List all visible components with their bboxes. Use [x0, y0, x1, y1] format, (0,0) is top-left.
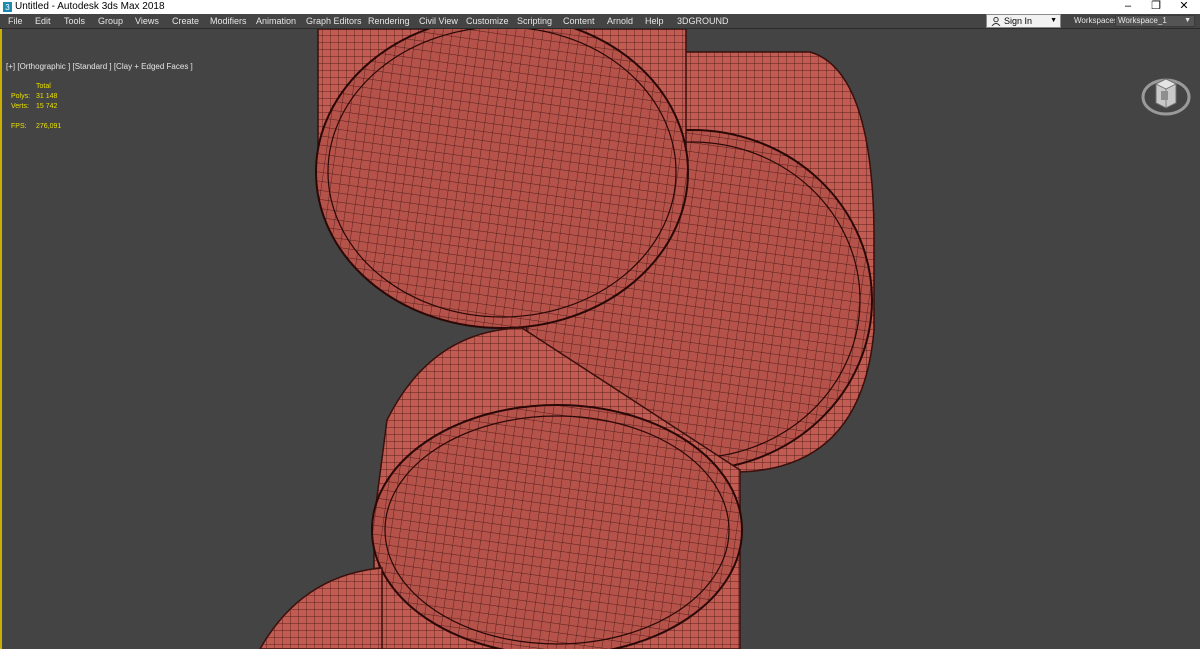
menu-item-content[interactable]: Content: [563, 14, 595, 28]
viewport-label[interactable]: [+] [Orthographic ] [Standard ] [Clay + …: [6, 62, 193, 71]
menu-item-edit[interactable]: Edit: [35, 14, 51, 28]
menu-item-create[interactable]: Create: [172, 14, 199, 28]
fps-label: FPS:: [11, 123, 27, 130]
menu-item-tools[interactable]: Tools: [64, 14, 85, 28]
close-button[interactable]: ✕: [1170, 0, 1198, 14]
minimize-button[interactable]: –: [1114, 0, 1142, 14]
menu-item-customize[interactable]: Customize: [466, 14, 509, 28]
menu-item-rendering[interactable]: Rendering: [368, 14, 410, 28]
3ds-max-window: 3 Untitled - Autodesk 3ds Max 2018 – ❐ ✕…: [0, 0, 1200, 649]
perspective-viewport[interactable]: [+] [Orthographic ] [Standard ] [Clay + …: [0, 29, 1200, 649]
verts-value: 15 742: [36, 103, 58, 110]
workspace-select[interactable]: Workspace_1 ▼: [1115, 15, 1195, 27]
menu-item-modifiers[interactable]: Modifiers: [210, 14, 247, 28]
sign-in-dropdown[interactable]: Sign In ▼: [986, 14, 1061, 28]
menu-item-scripting[interactable]: Scripting: [517, 14, 552, 28]
stats-header: Total: [36, 83, 51, 90]
menu-item-3dground[interactable]: 3DGROUND: [677, 14, 729, 28]
menu-item-file[interactable]: File: [8, 14, 23, 28]
viewcube-icon[interactable]: [1140, 73, 1192, 119]
restore-button[interactable]: ❐: [1142, 0, 1170, 14]
menu-item-graph-editors[interactable]: Graph Editors: [306, 14, 362, 28]
app-logo-icon: 3: [3, 2, 12, 12]
fps-value: 276,091: [36, 123, 62, 130]
menu-item-civil-view[interactable]: Civil View: [419, 14, 458, 28]
cylinder-mesh-top: [315, 29, 689, 329]
menu-item-help[interactable]: Help: [645, 14, 664, 28]
window-title: Untitled - Autodesk 3ds Max 2018: [15, 1, 165, 12]
menu-item-arnold[interactable]: Arnold: [607, 14, 633, 28]
menu-item-views[interactable]: Views: [135, 14, 159, 28]
polys-value: 31 148: [36, 93, 58, 100]
menu-item-group[interactable]: Group: [98, 14, 123, 28]
menu-item-animation[interactable]: Animation: [256, 14, 296, 28]
verts-label: Verts:: [11, 103, 29, 110]
cylinder-mesh-partial: [259, 567, 383, 649]
workspaces-label: Workspaces:: [1074, 16, 1121, 25]
sign-in-label: Sign In: [1004, 16, 1033, 26]
polys-label: Polys:: [11, 93, 31, 100]
chevron-down-icon: ▼: [1184, 17, 1191, 24]
svg-text:3: 3: [5, 3, 10, 12]
chevron-down-icon: ▼: [1050, 17, 1057, 24]
user-icon: [991, 17, 1001, 26]
title-bar: 3 Untitled - Autodesk 3ds Max 2018 – ❐ ✕: [0, 0, 1200, 14]
workspace-value: Workspace_1: [1118, 16, 1167, 25]
viewport-scene: [259, 29, 875, 649]
